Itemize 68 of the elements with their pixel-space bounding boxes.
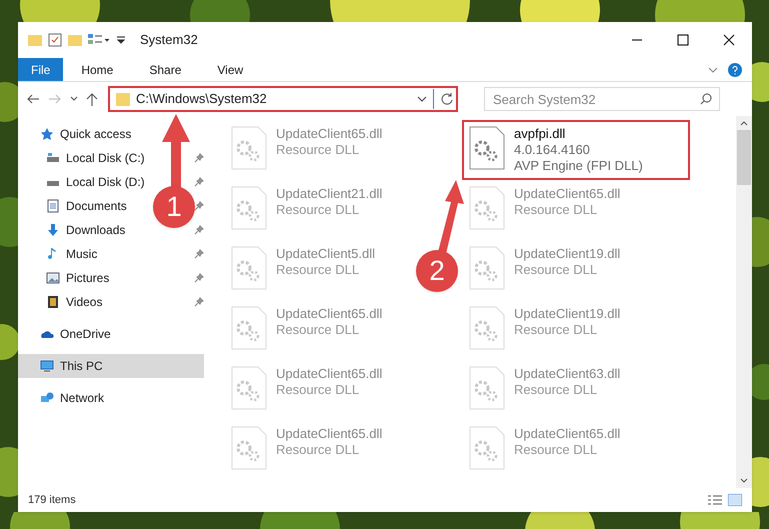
file-detail: AVP Engine (FPI DLL) bbox=[514, 158, 643, 174]
file-detail: Resource DLL bbox=[514, 322, 598, 338]
forward-icon[interactable] bbox=[48, 93, 62, 105]
file-detail: Resource DLL bbox=[514, 382, 598, 398]
file-detail: Resource DLL bbox=[514, 202, 598, 218]
file-detail: 4.0.164.4160 bbox=[514, 142, 591, 158]
download-icon bbox=[46, 223, 60, 237]
nav-item[interactable]: Quick access bbox=[18, 122, 136, 146]
nav-item[interactable]: OneDrive bbox=[18, 322, 115, 346]
pin-icon[interactable] bbox=[194, 249, 204, 259]
file-name: avpfpi.dll bbox=[514, 126, 566, 142]
nav-item[interactable]: Documents bbox=[18, 194, 131, 218]
file-detail: Resource DLL bbox=[276, 382, 360, 398]
ribbon-tab[interactable]: Share bbox=[131, 58, 200, 81]
nav-item[interactable]: Local Disk (C:) bbox=[18, 146, 149, 170]
nav-item[interactable]: Local Disk (D:) bbox=[18, 170, 149, 194]
nav-item[interactable]: This PC bbox=[18, 354, 204, 378]
back-icon[interactable] bbox=[26, 93, 40, 105]
properties-icon[interactable] bbox=[48, 33, 62, 47]
file-detail: Resource DLL bbox=[514, 442, 598, 458]
pin-icon[interactable] bbox=[194, 225, 204, 235]
recent-icon[interactable] bbox=[70, 96, 78, 102]
nav-item[interactable]: Downloads bbox=[18, 218, 130, 242]
folder-icon bbox=[116, 92, 130, 106]
search-field[interactable]: Search System32 bbox=[484, 87, 720, 111]
help-icon[interactable] bbox=[728, 62, 742, 76]
file-detail: Resource DLL bbox=[514, 262, 598, 278]
nav-item[interactable]: Videos bbox=[18, 290, 106, 314]
star-icon bbox=[40, 127, 54, 141]
search-icon bbox=[700, 93, 712, 105]
tiles-view-icon[interactable] bbox=[728, 494, 742, 506]
file-detail: Resource DLL bbox=[276, 202, 360, 218]
pin-icon[interactable] bbox=[194, 177, 204, 187]
dropdown-icon[interactable] bbox=[417, 96, 427, 102]
up-icon[interactable] bbox=[86, 92, 98, 106]
ribbon-tab[interactable]: Home bbox=[63, 58, 132, 81]
drive-icon bbox=[46, 151, 60, 165]
pin-icon[interactable] bbox=[194, 297, 204, 307]
file-detail: Resource DLL bbox=[276, 442, 360, 458]
file-detail: Resource DLL bbox=[276, 142, 360, 158]
window-title: System32 bbox=[140, 31, 198, 50]
file-detail: Resource DLL bbox=[276, 322, 360, 338]
address-path: C:\Windows\System32 bbox=[136, 90, 267, 108]
file-item[interactable]: avpfpi.dll 4.0.164.4160 AVP Engine (FPI DLL) bbox=[462, 120, 690, 180]
nav-item[interactable]: Music bbox=[18, 242, 102, 266]
ribbon-tab[interactable]: View bbox=[199, 58, 262, 81]
refresh-icon[interactable] bbox=[440, 92, 454, 106]
customize-icon[interactable] bbox=[116, 35, 126, 45]
scroll-thumb[interactable] bbox=[737, 130, 751, 185]
pin-icon[interactable] bbox=[194, 273, 204, 283]
scroll-bar[interactable] bbox=[736, 116, 752, 488]
item-count: 179 items bbox=[28, 492, 76, 508]
monitor-icon bbox=[40, 359, 54, 373]
view-icon[interactable] bbox=[88, 34, 110, 46]
ribbon-tab[interactable]: File bbox=[18, 58, 64, 81]
pin-icon[interactable] bbox=[194, 153, 204, 163]
chevron-icon[interactable] bbox=[708, 66, 718, 72]
film-icon bbox=[46, 295, 60, 309]
file-detail: Resource DLL bbox=[276, 262, 360, 278]
pin-icon[interactable] bbox=[194, 201, 204, 211]
details-view-icon[interactable] bbox=[708, 494, 722, 506]
document-icon bbox=[46, 199, 60, 213]
picture-icon bbox=[46, 271, 60, 285]
network-icon bbox=[40, 391, 54, 405]
address-bar[interactable]: C:\Windows\System32 bbox=[108, 86, 458, 112]
dll-file-icon[interactable] bbox=[468, 126, 506, 170]
nav-item[interactable]: Pictures bbox=[18, 266, 114, 290]
nav-item[interactable]: Network bbox=[18, 386, 108, 410]
